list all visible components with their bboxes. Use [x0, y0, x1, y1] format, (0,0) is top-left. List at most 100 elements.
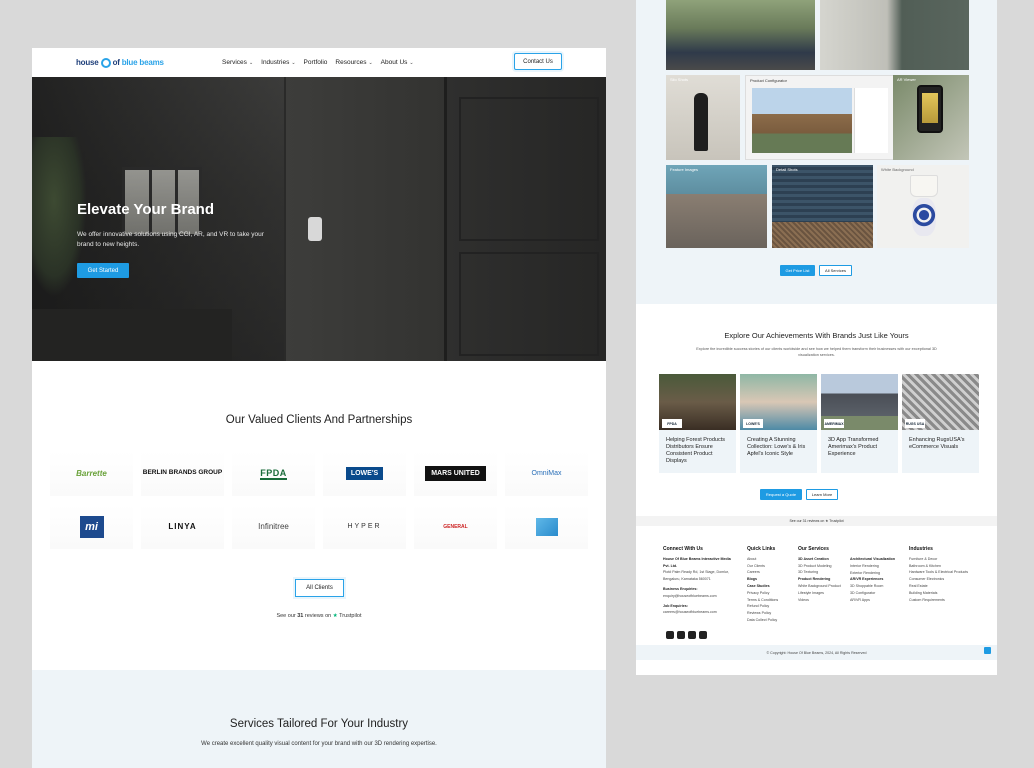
footer-link[interactable]: Interior Rendering — [850, 563, 905, 570]
instagram-icon[interactable] — [666, 631, 674, 639]
silhouette-figure — [694, 93, 708, 151]
services-subtitle: We create excellent quality visual conte… — [201, 741, 437, 747]
footer-link[interactable]: Case Studies — [747, 583, 792, 590]
get-price-list-button[interactable]: Get Price List — [780, 265, 815, 276]
gallery-tile-patio[interactable] — [666, 0, 815, 70]
gallery-tile-configurator[interactable]: Product Configurator — [745, 75, 894, 160]
gallery-tile-ar[interactable]: AR Viewer — [893, 75, 969, 160]
job-email-link[interactable]: careers@houseofbluebeams.com — [663, 609, 733, 616]
service-gallery: Silo Shots Product Configurator AR Viewe… — [636, 0, 997, 304]
case-study-cards: FPDA Helping Forest Products Distributor… — [659, 374, 979, 473]
chevron-down-icon: ⌄ — [291, 60, 296, 66]
facebook-icon[interactable] — [677, 631, 685, 639]
hero-cabinet-image — [444, 77, 606, 361]
youtube-icon[interactable] — [699, 631, 707, 639]
nav-item-about[interactable]: About Us ⌄ — [381, 59, 414, 66]
logo-text-house: house — [76, 58, 99, 67]
footer-link[interactable]: 3D Shoppable Room — [850, 583, 905, 590]
client-logo-mi: mi — [50, 504, 133, 549]
footer-link[interactable]: Refund Policy — [747, 603, 792, 610]
site-footer: Connect With Us House Of Blue Beams Inte… — [636, 526, 997, 660]
get-started-button[interactable]: Get Started — [77, 263, 129, 278]
nav-item-resources[interactable]: Resources ⌄ — [335, 59, 372, 66]
business-email-link[interactable]: enquiry@houseofbluebeams.com — [663, 593, 733, 600]
client-logo-fpda: FPDA — [232, 451, 315, 496]
flexsteel-mark-icon — [535, 517, 558, 536]
trustpilot-line[interactable]: See our 31 reviews on ★ Trustpilot — [32, 613, 606, 619]
gallery-tile-feature[interactable]: Feature Images — [666, 165, 767, 248]
case-study-card[interactable]: RUGS USA Enhancing RugsUSA's eCommerce V… — [902, 374, 979, 473]
services-section: Services Tailored For Your Industry We c… — [32, 670, 606, 768]
client-logo-infinitree: Infinitree — [232, 504, 315, 549]
services-title: Services Tailored For Your Industry — [229, 718, 409, 730]
copyright-bar: © Copyright: House Of Blue Beams, 2024, … — [636, 645, 997, 660]
footer-link[interactable]: 3D Product Modeling — [798, 563, 848, 570]
client-logo-omnimax: OmniMax — [505, 451, 588, 496]
footer-link[interactable]: Furniture & Decor — [909, 556, 984, 563]
hero-title: Elevate Your Brand — [77, 201, 214, 218]
footer-link[interactable]: 3D Texturing — [798, 569, 848, 576]
hero-counter-image — [32, 309, 232, 361]
footer-industries: Industries Furniture & Decor Bathroom & … — [909, 546, 984, 603]
all-clients-button[interactable]: All Clients — [295, 579, 344, 597]
site-logo[interactable]: house of blue beams — [76, 57, 164, 68]
building-render — [752, 88, 852, 153]
footer-link[interactable]: Data Collect Policy — [747, 617, 792, 624]
clients-title: Our Valued Clients And Partnerships — [225, 414, 413, 426]
footer-link[interactable]: Reviews Policy — [747, 610, 792, 617]
gallery-tile-silo[interactable]: Silo Shots — [666, 75, 740, 160]
lamp-shade — [910, 175, 938, 197]
contact-us-button[interactable]: Contact Us — [514, 53, 562, 70]
footer-link[interactable]: Terms & Conditions — [747, 597, 792, 604]
logo-text-blue-beams: blue beams — [121, 58, 164, 67]
linkedin-icon[interactable] — [688, 631, 696, 639]
footer-link[interactable]: 3D Configurator — [850, 590, 905, 597]
client-logo-lowes: LOWE'S — [323, 451, 406, 496]
footer-link[interactable]: Real Estate — [909, 583, 984, 590]
footer-link[interactable]: AR/VR Apps — [850, 597, 905, 604]
gallery-tile-interior[interactable] — [820, 0, 969, 70]
case-study-image: FPDA — [659, 374, 736, 430]
top-nav: house of blue beams Services ⌄ Industries… — [32, 48, 606, 77]
footer-link[interactable]: About — [747, 556, 792, 563]
footer-link[interactable]: Careers — [747, 569, 792, 576]
footer-link[interactable]: Bathroom & Kitchen — [909, 563, 984, 570]
client-logo-berlin: BERLIN BRANDS GROUP — [141, 451, 224, 496]
case-study-card[interactable]: LOWE'S Creating A Stunning Collection: L… — [740, 374, 817, 473]
client-logo-general: GENERAL — [414, 504, 497, 549]
footer-link[interactable]: Blogs — [747, 576, 792, 583]
learn-more-button[interactable]: Learn More — [806, 489, 838, 500]
footer-link[interactable]: Lifestyle Images — [798, 590, 848, 597]
client-logo-hyper: HYPER — [323, 504, 406, 549]
achievements-subtitle: Explore the incredible success stories o… — [696, 347, 937, 357]
footer-link[interactable]: Consumer Electronics — [909, 576, 984, 583]
client-logo-grid: Barrette BERLIN BRANDS GROUP FPDA LOWE'S… — [46, 451, 592, 549]
request-quote-button[interactable]: Request a Quote — [760, 489, 802, 500]
chevron-down-icon: ⌄ — [409, 60, 414, 66]
nav-item-industries[interactable]: Industries ⌄ — [261, 59, 295, 66]
footer-link[interactable]: Privacy Policy — [747, 590, 792, 597]
footer-link[interactable]: White Background Product — [798, 583, 848, 590]
achievements-title: Explore Our Achievements With Brands Jus… — [724, 331, 909, 340]
case-study-image: RUGS USA — [902, 374, 979, 430]
nav-item-services[interactable]: Services ⌄ — [222, 59, 253, 66]
case-study-card[interactable]: FPDA Helping Forest Products Distributor… — [659, 374, 736, 473]
footer-link[interactable]: Building Materials — [909, 590, 984, 597]
footer-link[interactable]: Hardware Tools & Electrical Products — [909, 569, 984, 576]
gallery-tile-detail[interactable]: Detail Shots — [772, 165, 873, 248]
client-logo-mars: MARS UNITED — [414, 451, 497, 496]
footer-link[interactable]: Our Clients — [747, 563, 792, 570]
gallery-tile-white[interactable]: White Background — [877, 165, 969, 248]
footer-link[interactable]: Videos — [798, 597, 848, 604]
nav-item-portfolio[interactable]: Portfolio — [304, 59, 328, 66]
footer-link[interactable]: Custom Requirements — [909, 597, 984, 604]
footer-connect: Connect With Us House Of Blue Beams Inte… — [663, 546, 733, 616]
hero-banner: Elevate Your Brand We offer innovative s… — [32, 77, 606, 361]
back-to-top-icon[interactable] — [984, 647, 991, 654]
trustpilot-bar[interactable]: See our 31 reviews on ★ Trustpilot — [636, 516, 997, 526]
all-services-button[interactable]: All Services — [819, 265, 852, 276]
case-study-card[interactable]: AMERIMAX 3D App Transformed Amerimax's P… — [821, 374, 898, 473]
configurator-panel — [854, 88, 888, 153]
footer-link[interactable]: Exterior Rendering — [850, 570, 905, 577]
home-page: house of blue beams Services ⌄ Industries… — [32, 48, 606, 768]
